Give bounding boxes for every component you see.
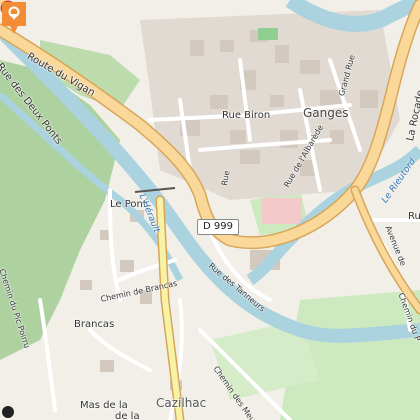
road-shield-d999: D 999	[197, 219, 239, 235]
label-de-la-partial: de la	[115, 411, 140, 420]
label-ganges: Ganges	[303, 106, 349, 120]
location-marker-icon[interactable]	[0, 0, 28, 36]
label-rue-partial: Ru	[408, 211, 420, 222]
label-brancas: Brancas	[74, 319, 115, 330]
attribution-icon[interactable]	[2, 406, 14, 418]
green-square	[258, 28, 278, 40]
label-mas-de-la: Mas de la	[80, 400, 128, 411]
hospital-area	[262, 198, 302, 224]
map-canvas	[0, 0, 420, 420]
map-view[interactable]: Route du Vigan Rue des Deux Ponts Rue Bi…	[0, 0, 420, 420]
label-cazilhac: Cazilhac	[156, 396, 207, 410]
label-rue-biron: Rue Biron	[222, 110, 271, 121]
